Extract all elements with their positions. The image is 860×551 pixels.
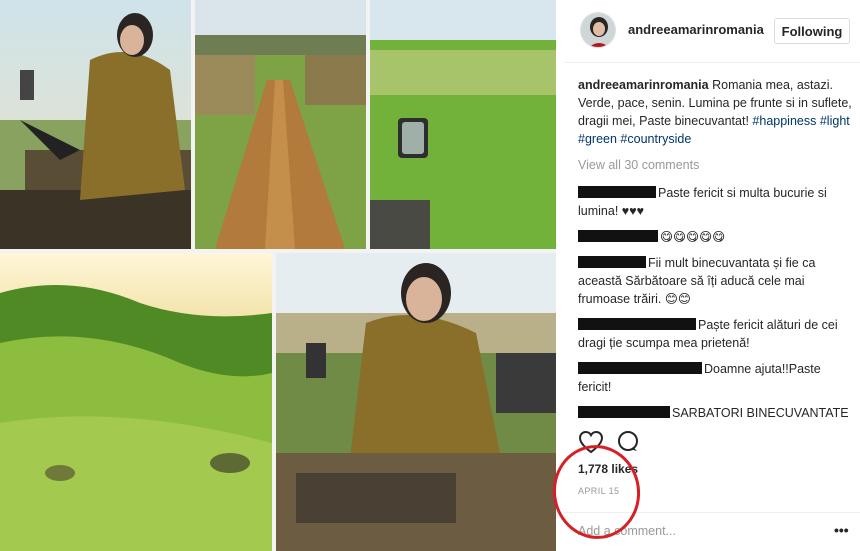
comment-item: 😋😋😋😋😋	[578, 228, 856, 246]
comment-item: SARBATORI BINECUVANTATE ALATURI DE CELE …	[578, 404, 856, 421]
redacted-username	[578, 362, 702, 374]
comment-text: 😋😋😋😋😋	[660, 230, 726, 244]
post-caption: andreeamarinromania Romania mea, astazi.…	[578, 76, 856, 148]
comment-item: Doamne ajuta!!Paste fericit!	[578, 360, 856, 396]
photo-dirt-road	[195, 0, 366, 249]
following-button[interactable]: Following	[774, 18, 850, 44]
hashtag-link[interactable]: #happiness	[752, 114, 816, 128]
redacted-username	[578, 230, 658, 242]
hashtag-link[interactable]: #light	[820, 114, 850, 128]
more-options-icon[interactable]: •••	[834, 522, 849, 538]
username-link[interactable]: andreeamarinromania	[628, 22, 764, 37]
comment-item: Fii mult binecuvantata și fie ca această…	[578, 254, 856, 308]
redacted-username	[578, 186, 656, 198]
photo-green-hills	[0, 253, 272, 551]
redacted-username	[578, 406, 670, 418]
comments-list[interactable]: andreeamarinromania Romania mea, astazi.…	[578, 76, 856, 421]
photo-green-field-mirror	[370, 0, 556, 249]
hashtag-link[interactable]: #green	[578, 132, 617, 146]
caption-username[interactable]: andreeamarinromania	[578, 78, 709, 92]
photo-woman-atv-top-left	[0, 0, 191, 249]
redacted-username	[578, 256, 646, 268]
post-header: andreeamarinromania Following	[564, 0, 860, 63]
redacted-username	[578, 318, 696, 330]
post-image-collage[interactable]	[0, 0, 556, 551]
avatar[interactable]	[580, 12, 616, 48]
view-all-comments-link[interactable]: View all 30 comments	[578, 156, 856, 174]
hashtag-link[interactable]: #countryside	[620, 132, 691, 146]
photo-woman-atv-bottom	[276, 253, 556, 551]
comment-item: Paște fericit alături de cei dragi ție s…	[578, 316, 856, 352]
comment-item: Paste fericit si multa bucurie si lumina…	[578, 184, 856, 220]
